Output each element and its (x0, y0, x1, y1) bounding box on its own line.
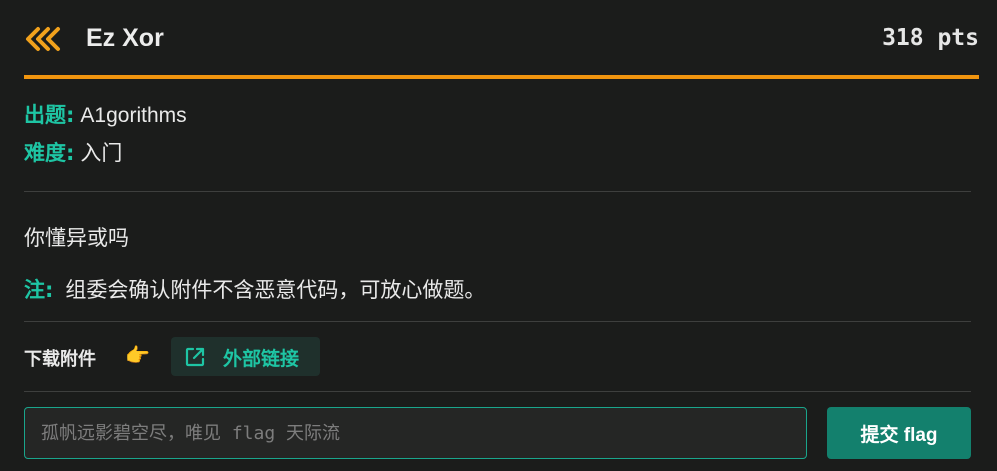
collapse-chevrons-icon[interactable] (24, 26, 64, 52)
author-label: 出题: (24, 103, 75, 127)
download-attachments-label: 下载附件 (24, 349, 96, 370)
challenge-header: Ez Xor 318 pts (24, 0, 979, 80)
note-row: 注: 组委会确认附件不含恶意代码，可放心做题。 (24, 274, 485, 304)
note-label: 注: (24, 278, 54, 302)
difficulty-value: 入门 (80, 142, 123, 165)
challenge-description: 你懂异或吗 (24, 226, 129, 250)
submit-flag-button[interactable]: 提交 flag (827, 407, 971, 459)
challenge-title: Ez Xor (86, 24, 164, 52)
difficulty-row: 难度: 入门 (24, 137, 122, 167)
pointing-hand-icon: 👉 (125, 343, 150, 367)
header-divider (24, 75, 979, 79)
external-link-button[interactable]: 外部链接 (171, 337, 320, 376)
flag-input[interactable] (24, 407, 807, 459)
external-link-icon (185, 347, 205, 367)
author-value: A1gorithms (80, 104, 187, 127)
external-link-label: 外部链接 (223, 348, 300, 370)
challenge-points: 318 pts (882, 25, 979, 51)
author-row: 出题: A1gorithms (24, 99, 187, 129)
divider (24, 191, 971, 192)
divider (24, 391, 971, 392)
note-text: 组委会确认附件不含恶意代码，可放心做题。 (65, 278, 486, 302)
divider (24, 321, 971, 322)
difficulty-label: 难度: (24, 141, 75, 165)
